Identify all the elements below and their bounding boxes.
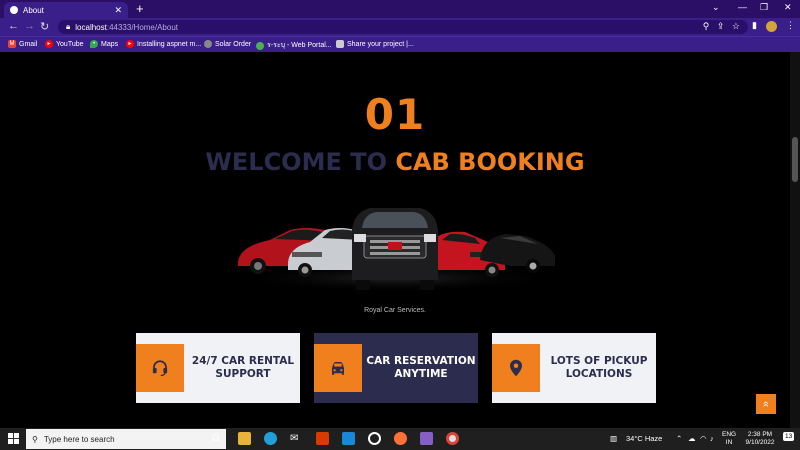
task-view-icon[interactable]: ⧉ [212,433,225,446]
bookmark-share-project[interactable]: Share your project |... [336,40,414,48]
lock-icon: 🔒︎ [66,22,71,31]
page-content: 01 WELCOME TO CAB BOOKING Royal Car Serv… [0,52,790,428]
weather-icon[interactable]: ▥ [610,434,617,443]
file-explorer-icon[interactable] [238,432,251,445]
store-icon[interactable] [342,432,355,445]
language-indicator[interactable]: ENG IN [722,431,736,447]
tray-chevron-icon[interactable]: ⌃ [676,434,682,443]
bookmark-gmail[interactable]: M Gmail [8,40,37,48]
reload-icon[interactable]: ↻ [40,20,49,33]
close-tab-icon[interactable]: ✕ [114,5,122,16]
edge-icon[interactable] [264,432,277,445]
chrome-icon[interactable] [446,432,459,445]
bookmarks-bar: M Gmail ▸ YouTube • Maps ▸ Installing aspnet… [0,36,800,52]
sidepanel-icon[interactable]: ▮ [752,20,757,31]
bookmark-youtube[interactable]: ▸ YouTube [45,40,84,48]
time: 2:38 PM [747,431,773,438]
bookmark-icon [336,40,344,48]
bookmark-web-portal[interactable]: ร-ระบุ - Web Portal... [256,40,332,51]
page-title: WELCOME TO CAB BOOKING [0,148,790,176]
url-host: localhost [75,22,107,32]
zoom-icon[interactable]: ⚲ [703,21,710,31]
volume-icon[interactable]: ♪ [710,434,714,443]
tagline: Royal Car Services. [364,307,426,314]
tab-search-icon[interactable]: ⌄ [712,2,720,13]
menu-icon[interactable]: ⋮ [786,20,795,31]
globe-icon [10,6,18,14]
globe-icon [204,40,212,48]
double-chevron-up-icon: » [760,400,772,408]
headset-icon [136,344,184,392]
bookmark-maps[interactable]: • Maps [90,40,118,48]
feature-card-reservation: CAR RESERVATION ANYTIME [314,333,478,403]
feature-card-support: 24/7 CAR RENTAL SUPPORT [136,333,300,403]
black-suv [352,208,438,290]
share-icon[interactable]: ⇪ [717,21,725,31]
onedrive-icon[interactable]: ☁ [688,434,696,443]
omnibox-actions: ⚲ ⇪ ☆ [703,21,740,32]
feature-label: CAR RESERVATION ANYTIME [366,355,476,380]
tab-strip: About ✕ + ⌄ — ❐ ✕ [0,0,800,18]
notifications-badge[interactable]: 13 [783,432,795,441]
feature-label: LOTS OF PICKUP LOCATIONS [550,355,648,380]
search-placeholder: Type here to search [43,434,115,444]
car-icon [314,344,362,392]
search-icon: ⚲ [32,434,38,444]
visual-studio-icon[interactable] [420,432,433,445]
gmail-icon: M [8,40,16,48]
maps-icon: • [90,40,98,48]
feature-card-locations: LOTS OF PICKUP LOCATIONS [492,333,656,403]
restore-button[interactable]: ❐ [760,2,768,13]
back-icon[interactable]: ← [8,20,19,32]
back-to-top-button[interactable]: » [756,394,776,414]
firefox-icon[interactable] [394,432,407,445]
date: 9/10/2022 [745,439,775,446]
address-bar[interactable]: 🔒︎ localhost:44333/Home/About ⚲ ⇪ ☆ [58,20,748,34]
youtube-icon: ▸ [126,40,134,48]
youtube-icon: ▸ [45,40,53,48]
bookmark-solar-order[interactable]: Solar Order [204,40,251,48]
tab-about[interactable]: About ✕ [4,2,128,18]
portal-icon [256,41,264,50]
office-icon[interactable] [316,432,329,445]
location-pin-icon [492,344,540,392]
bookmark-installing-aspnet[interactable]: ▸ Installing aspnet m... [126,40,201,48]
clock[interactable]: 2:38 PM 9/10/2022 [740,431,780,447]
minimize-button[interactable]: — [738,2,747,12]
new-tab-button[interactable]: + [136,1,144,16]
cars-image [235,208,555,292]
taskbar: ⚲ Type here to search ⧉ ✉ ▥ 34°C Haze ⌃ … [0,428,800,450]
close-window-button[interactable]: ✕ [784,2,792,13]
avatar[interactable] [766,21,777,32]
scrollbar[interactable] [790,52,800,428]
media-icon[interactable] [368,432,381,445]
heading-part2: CAB BOOKING [395,148,585,176]
weather-text[interactable]: 34°C Haze [626,434,662,443]
windows-start-icon[interactable] [8,433,19,444]
toolbar: ← → ↻ 🔒︎ localhost:44333/Home/About ⚲ ⇪ … [0,18,800,36]
tab-title: About [23,5,44,15]
star-icon[interactable]: ☆ [732,21,740,31]
heading-part1: WELCOME TO [205,148,396,176]
feature-label: 24/7 CAR RENTAL SUPPORT [191,355,295,380]
section-number: 01 [364,90,426,139]
forward-icon[interactable]: → [24,20,35,32]
mail-icon[interactable]: ✉ [290,433,303,446]
wifi-icon[interactable]: ◠ [700,434,707,443]
taskbar-search[interactable]: ⚲ Type here to search [26,429,226,449]
url-path: :44333/Home/About [106,22,179,32]
scrollbar-thumb[interactable] [792,137,798,182]
